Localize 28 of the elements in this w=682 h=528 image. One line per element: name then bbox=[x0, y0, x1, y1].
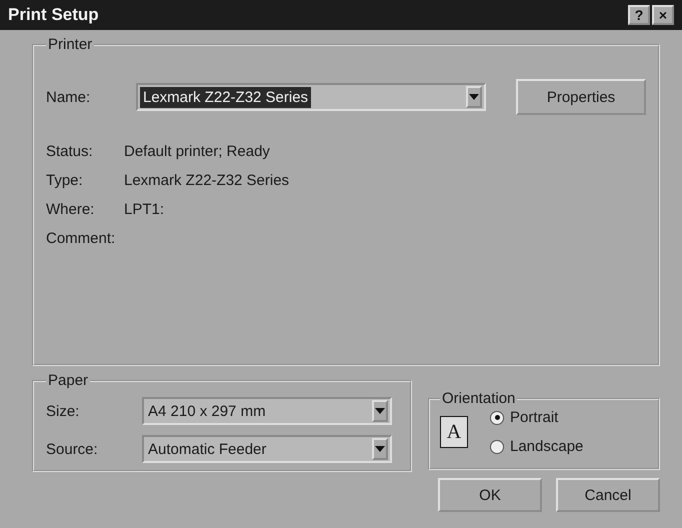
group-label: Printer bbox=[47, 36, 94, 53]
dialog-button[interactable]: OK bbox=[438, 478, 542, 512]
radio-label: Portrait bbox=[510, 409, 558, 426]
dropdown[interactable]: A4 210 x 297 mm bbox=[142, 397, 392, 425]
field-label: Name: bbox=[46, 88, 92, 106]
radio-option[interactable]: Portrait bbox=[490, 409, 584, 426]
field-label: Source: bbox=[46, 440, 99, 458]
info-label: Comment: bbox=[46, 230, 116, 247]
dialog-button[interactable]: Cancel bbox=[556, 478, 660, 512]
radio-label: Landscape bbox=[510, 438, 584, 455]
info-label: Where: bbox=[46, 201, 96, 218]
dropdown-value: Lexmark Z22-Z32 Series bbox=[140, 86, 312, 108]
close-button[interactable]: × bbox=[652, 5, 674, 25]
info-value: Lexmark Z22-Z32 Series bbox=[124, 172, 290, 189]
window-title: Print Setup bbox=[8, 5, 99, 25]
info-value: LPT1: bbox=[124, 201, 164, 218]
radio-option[interactable]: Landscape bbox=[490, 438, 584, 455]
info-label: Type: bbox=[46, 172, 84, 189]
info-value: Default printer; Ready bbox=[124, 143, 270, 160]
page-icon: A bbox=[440, 416, 468, 448]
info-label: Status: bbox=[46, 143, 94, 160]
help-button[interactable]: ? bbox=[628, 5, 650, 25]
dropdown[interactable]: Automatic Feeder bbox=[142, 435, 392, 463]
properties-button[interactable]: Properties bbox=[516, 79, 646, 115]
printer-dropdown[interactable]: Lexmark Z22-Z32 Series bbox=[136, 83, 486, 111]
group-label: Paper bbox=[47, 372, 90, 389]
group-label: Orientation bbox=[441, 390, 516, 407]
field-label: Size: bbox=[46, 402, 80, 420]
